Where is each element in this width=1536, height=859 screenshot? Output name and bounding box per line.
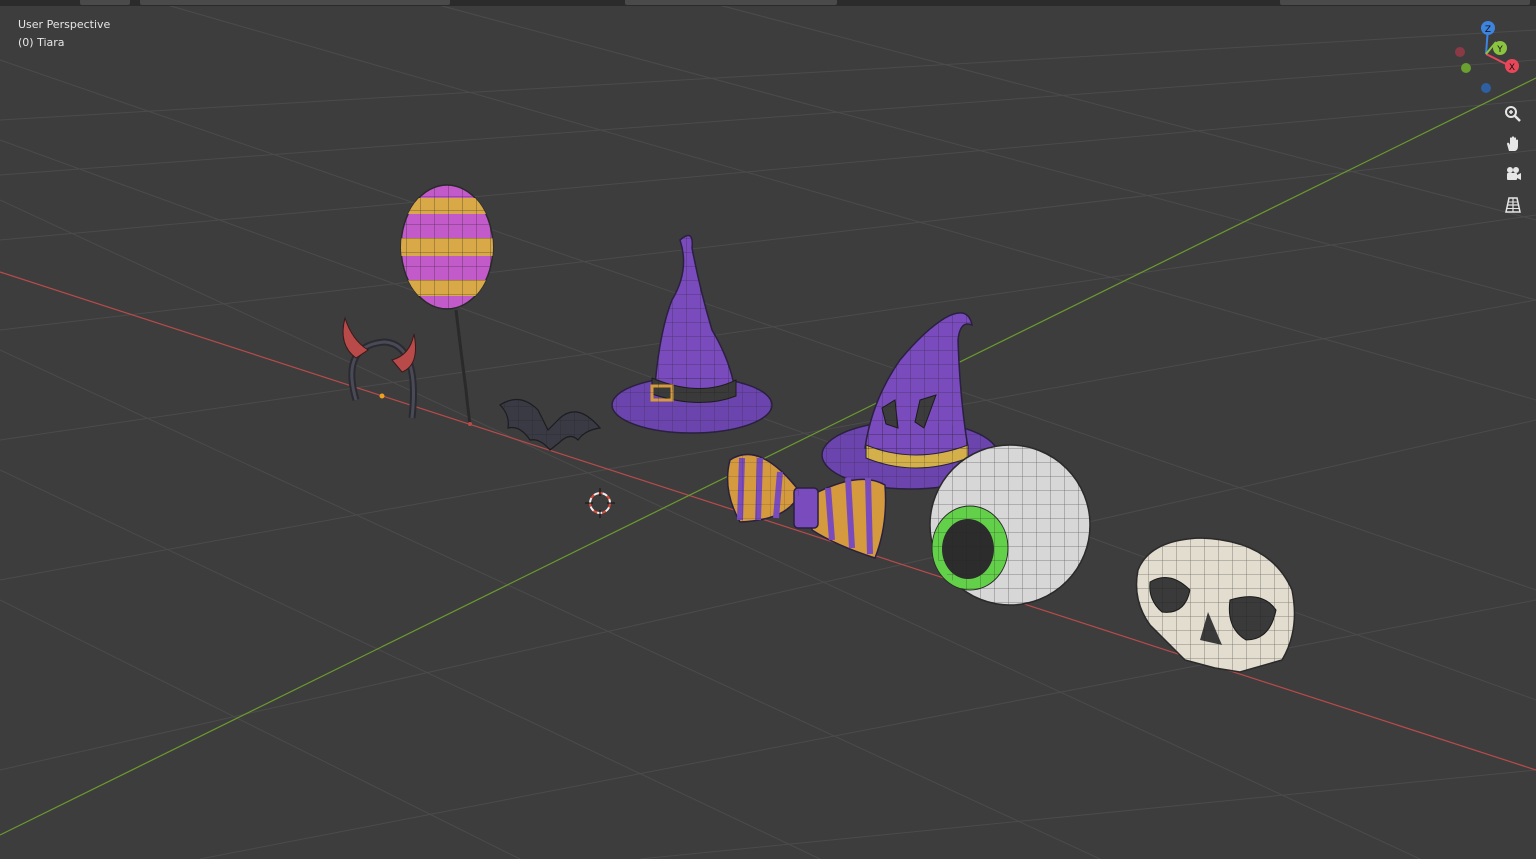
eyeball[interactable]: [929, 444, 1091, 606]
floor-grid: [0, 0, 1536, 859]
3d-viewport[interactable]: [0, 0, 1536, 859]
gizmo-axis-x[interactable]: X: [1505, 59, 1519, 73]
gizmo-neg-y[interactable]: [1461, 63, 1471, 73]
svg-text:X: X: [1509, 63, 1515, 73]
header-mode-buttons[interactable]: [80, 0, 130, 5]
zoom-icon[interactable]: [1500, 101, 1526, 127]
witch-hat-tall[interactable]: [611, 234, 773, 434]
skull-mask[interactable]: [1135, 537, 1296, 673]
viewport-scene: [0, 0, 1536, 859]
svg-text:Y: Y: [1496, 45, 1503, 55]
3d-cursor[interactable]: [585, 488, 615, 518]
viewport-header: [0, 0, 1536, 6]
x-axis-line: [0, 271, 1536, 771]
pan-hand-icon[interactable]: [1500, 131, 1526, 157]
camera-view-icon[interactable]: [1500, 161, 1526, 187]
active-object-label: (0) Tiara: [18, 36, 65, 49]
header-menus[interactable]: [140, 0, 450, 5]
gizmo-neg-z[interactable]: [1481, 83, 1491, 93]
svg-text:Z: Z: [1485, 25, 1491, 35]
gizmo-neg-x[interactable]: [1455, 47, 1465, 57]
bat[interactable]: [499, 399, 602, 451]
header-shading-buttons[interactable]: [1280, 0, 1530, 5]
orthographic-grid-icon[interactable]: [1500, 192, 1526, 218]
gizmo-axis-y[interactable]: Y: [1493, 41, 1507, 55]
view-name-label: User Perspective: [18, 18, 111, 31]
gizmo-axis-z[interactable]: Z: [1481, 21, 1495, 35]
navigation-gizmo[interactable]: Z Y X: [1448, 16, 1532, 100]
header-transform-pivot[interactable]: [625, 0, 837, 5]
